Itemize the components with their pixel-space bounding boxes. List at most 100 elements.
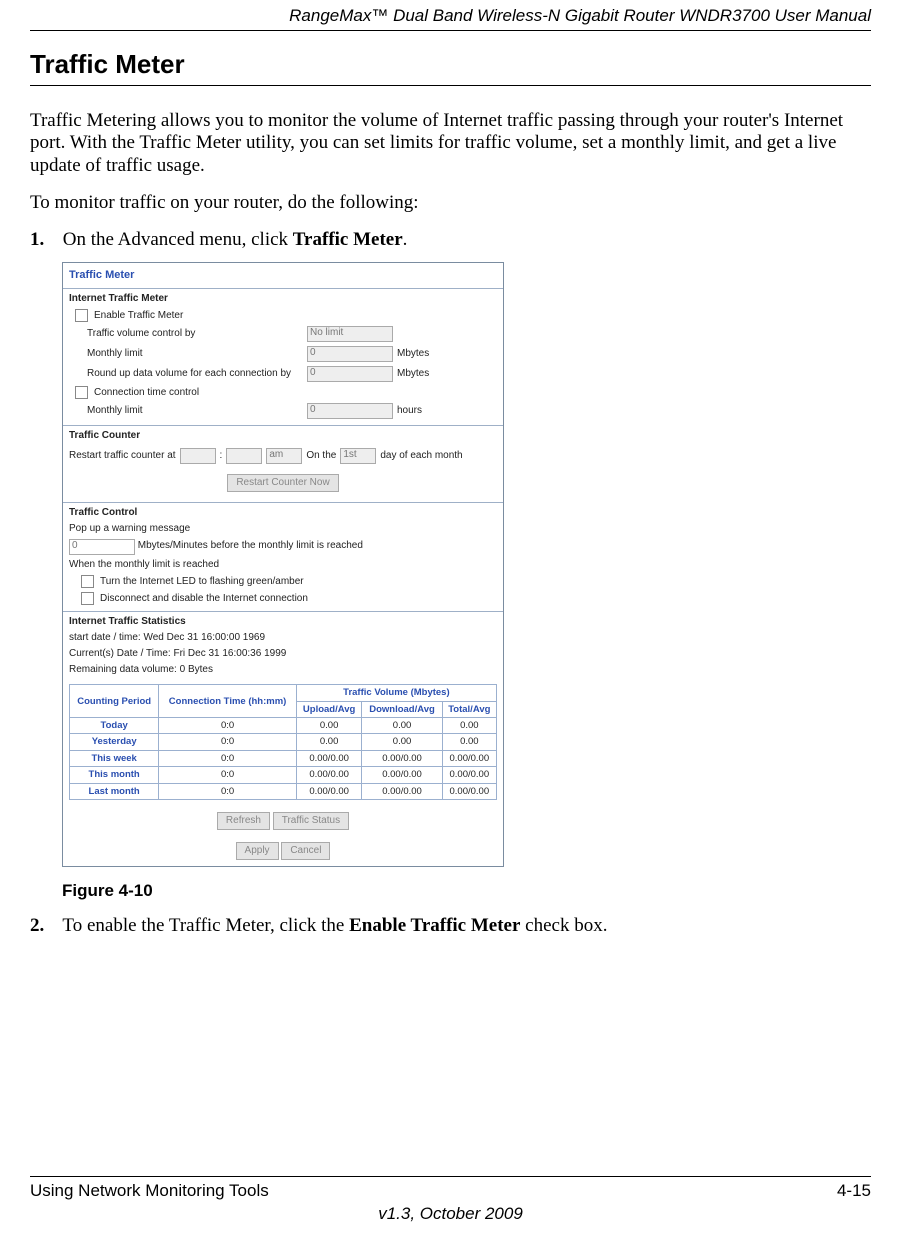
- table-row: This month 0:0 0.00/0.00 0.00/0.00 0.00/…: [70, 767, 497, 783]
- step-2-number: 2.: [30, 915, 58, 938]
- cancel-button[interactable]: Cancel: [281, 842, 330, 860]
- footer-left: Using Network Monitoring Tools: [30, 1181, 269, 1201]
- th-conn-time: Connection Time (hh:mm): [159, 685, 297, 718]
- step-1-text-c: .: [403, 229, 408, 250]
- cell-down: 0.00/0.00: [362, 783, 442, 799]
- cell-up: 0.00: [296, 718, 362, 734]
- th-upload-avg: Upload/Avg: [296, 701, 362, 717]
- section-traffic-statistics: Internet Traffic Statistics: [63, 611, 503, 630]
- stats-start-date: start date / time: Wed Dec 31 16:00:00 1…: [63, 630, 503, 646]
- step-1-number: 1.: [30, 229, 58, 252]
- refresh-button[interactable]: Refresh: [217, 812, 270, 830]
- footer-right: 4-15: [837, 1181, 871, 1201]
- step-2-text-c: check box.: [520, 915, 607, 936]
- when-reached-label: When the monthly limit is reached: [63, 557, 503, 573]
- led-flashing-checkbox[interactable]: [81, 575, 94, 588]
- header-rule: [30, 30, 871, 31]
- stats-table: Counting Period Connection Time (hh:mm) …: [69, 684, 497, 800]
- cell-up: 0.00/0.00: [296, 783, 362, 799]
- restart-label-a: Restart traffic counter at: [69, 450, 176, 462]
- table-row: Last month 0:0 0.00/0.00 0.00/0.00 0.00/…: [70, 783, 497, 799]
- cell-down: 0.00/0.00: [362, 750, 442, 766]
- intro-paragraph: Traffic Metering allows you to monitor t…: [30, 110, 871, 178]
- stats-current-date: Current(s) Date / Time: Fri Dec 31 16:00…: [63, 646, 503, 662]
- traffic-volume-control-select[interactable]: No limit: [307, 326, 393, 342]
- section-traffic-counter: Traffic Counter: [63, 425, 503, 444]
- cell-up: 0.00/0.00: [296, 750, 362, 766]
- step-2-text-b: Enable Traffic Meter: [349, 915, 520, 936]
- restart-colon: :: [220, 450, 223, 462]
- monthly-limit-hours-input[interactable]: 0: [307, 403, 393, 419]
- figure-caption: Figure 4-10: [62, 881, 871, 901]
- th-total-avg: Total/Avg: [442, 701, 496, 717]
- roundup-unit: Mbytes: [397, 368, 429, 380]
- restart-label-c: day of each month: [380, 450, 462, 462]
- th-download-avg: Download/Avg: [362, 701, 442, 717]
- cell-period: This month: [70, 767, 159, 783]
- monthly-limit-hours-unit: hours: [397, 405, 422, 417]
- table-row: Today 0:0 0.00 0.00 0.00: [70, 718, 497, 734]
- cell-total: 0.00/0.00: [442, 767, 496, 783]
- cell-total: 0.00/0.00: [442, 750, 496, 766]
- lead-paragraph: To monitor traffic on your router, do th…: [30, 192, 871, 215]
- th-traffic-volume: Traffic Volume (Mbytes): [296, 685, 496, 701]
- cell-period: Today: [70, 718, 159, 734]
- restart-label-b: On the: [306, 450, 336, 462]
- roundup-label: Round up data volume for each connection…: [87, 368, 307, 380]
- restart-mm-input[interactable]: [226, 448, 262, 464]
- monthly-limit-mb-input[interactable]: 0: [307, 346, 393, 362]
- step-1-text-a: On the Advanced menu, click: [63, 229, 293, 250]
- cell-up: 0.00/0.00: [296, 767, 362, 783]
- disconnect-label: Disconnect and disable the Internet conn…: [100, 593, 308, 604]
- enable-traffic-meter-label: Enable Traffic Meter: [94, 310, 183, 321]
- restart-hh-input[interactable]: [180, 448, 216, 464]
- footer-center: v1.3, October 2009: [30, 1204, 871, 1224]
- connection-time-control-label: Connection time control: [94, 387, 199, 398]
- restart-day-select[interactable]: 1st: [340, 448, 376, 464]
- stats-remaining: Remaining data volume: 0 Bytes: [63, 662, 503, 678]
- section-title: Traffic Meter: [30, 49, 871, 80]
- enable-traffic-meter-checkbox[interactable]: [75, 309, 88, 322]
- led-flashing-label: Turn the Internet LED to flashing green/…: [100, 576, 304, 587]
- popup-warning-label: Pop up a warning message: [63, 521, 503, 537]
- cell-down: 0.00: [362, 718, 442, 734]
- roundup-input[interactable]: 0: [307, 366, 393, 382]
- traffic-status-button[interactable]: Traffic Status: [273, 812, 349, 830]
- doc-header-title: RangeMax™ Dual Band Wireless-N Gigabit R…: [30, 6, 871, 26]
- cell-conn: 0:0: [159, 783, 297, 799]
- cell-up: 0.00: [296, 734, 362, 750]
- step-2: 2. To enable the Traffic Meter, click th…: [30, 915, 871, 938]
- popup-warning-input[interactable]: 0: [69, 539, 135, 555]
- footer-rule: [30, 1176, 871, 1177]
- section-internet-traffic-meter: Internet Traffic Meter: [63, 288, 503, 307]
- table-row: This week 0:0 0.00/0.00 0.00/0.00 0.00/0…: [70, 750, 497, 766]
- cell-period: Yesterday: [70, 734, 159, 750]
- restart-ampm-select[interactable]: am: [266, 448, 302, 464]
- table-row: Yesterday 0:0 0.00 0.00 0.00: [70, 734, 497, 750]
- restart-counter-now-button[interactable]: Restart Counter Now: [227, 474, 338, 492]
- cell-down: 0.00/0.00: [362, 767, 442, 783]
- screenshot-traffic-meter: Traffic Meter Internet Traffic Meter Ena…: [62, 262, 504, 867]
- cell-conn: 0:0: [159, 734, 297, 750]
- cell-period: This week: [70, 750, 159, 766]
- monthly-limit-mb-label: Monthly limit: [87, 348, 307, 360]
- monthly-limit-hours-label: Monthly limit: [87, 405, 307, 417]
- cell-conn: 0:0: [159, 767, 297, 783]
- disconnect-checkbox[interactable]: [81, 592, 94, 605]
- cell-conn: 0:0: [159, 750, 297, 766]
- panel-title: Traffic Meter: [63, 263, 503, 284]
- section-traffic-control: Traffic Control: [63, 502, 503, 521]
- cell-down: 0.00: [362, 734, 442, 750]
- traffic-volume-control-label: Traffic volume control by: [87, 328, 307, 340]
- monthly-limit-mb-unit: Mbytes: [397, 348, 429, 360]
- cell-total: 0.00: [442, 734, 496, 750]
- popup-warning-tail: Mbytes/Minutes before the monthly limit …: [138, 540, 363, 551]
- step-1: 1. On the Advanced menu, click Traffic M…: [30, 229, 871, 902]
- section-rule: [30, 85, 871, 86]
- apply-button[interactable]: Apply: [236, 842, 279, 860]
- step-2-text-a: To enable the Traffic Meter, click the: [62, 915, 349, 936]
- cell-conn: 0:0: [159, 718, 297, 734]
- connection-time-control-checkbox[interactable]: [75, 386, 88, 399]
- cell-period: Last month: [70, 783, 159, 799]
- cell-total: 0.00: [442, 718, 496, 734]
